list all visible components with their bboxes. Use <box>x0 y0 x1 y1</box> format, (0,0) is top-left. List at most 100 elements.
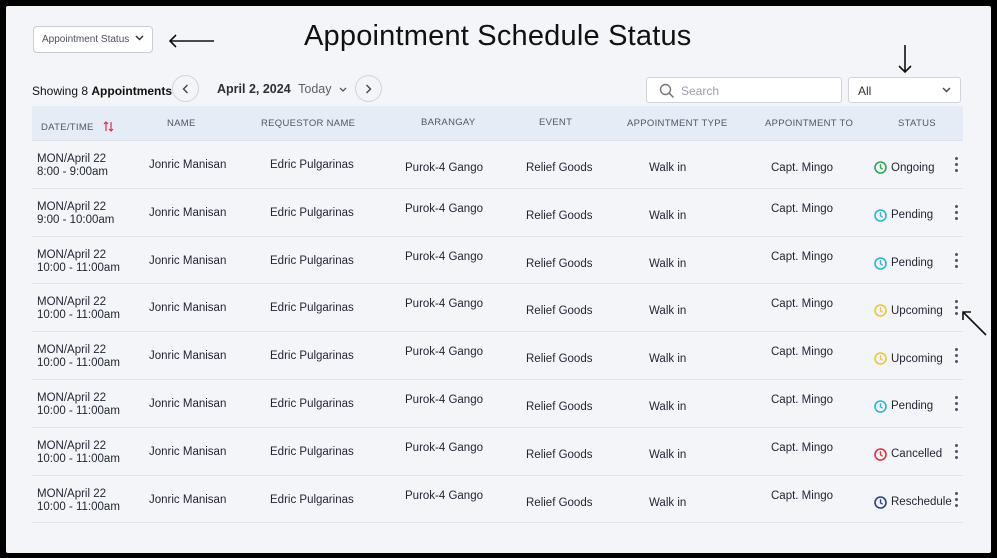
name-cell: Jonric Manisan <box>149 493 227 506</box>
table-row[interactable]: MON/April 22 10:00 - 11:00am Jonric Mani… <box>32 237 963 285</box>
datetime-cell: MON/April 22 10:00 - 11:00am <box>37 296 120 322</box>
datetime-cell: MON/April 22 10:00 - 11:00am <box>37 344 120 370</box>
table-row[interactable]: MON/April 22 9:00 - 10:00am Jonric Manis… <box>32 189 963 237</box>
table-row[interactable]: MON/April 22 10:00 - 11:00am Jonric Mani… <box>32 284 963 333</box>
status-badge: Pending <box>891 257 934 270</box>
date-label: MON/April 22 <box>37 439 107 452</box>
appointment-type-cell: Walk in <box>649 305 687 318</box>
date-selector[interactable]: April 2, 2024 Today <box>217 82 347 96</box>
chevron-down-icon <box>135 35 144 41</box>
date-label: MON/April 22 <box>37 344 107 357</box>
event-cell: Relief Goods <box>526 257 593 270</box>
datetime-cell: MON/April 22 10:00 - 11:00am <box>37 440 120 466</box>
time-label: 9:00 - 10:00am <box>37 213 115 226</box>
requestor-cell: Edric Pulgarinas <box>270 302 354 315</box>
appointment-to-cell: Capt. Mingo <box>771 441 834 454</box>
status-badge: Reschedule <box>891 496 952 509</box>
search-box <box>646 77 842 103</box>
search-input[interactable] <box>681 82 831 99</box>
event-cell: Relief Goods <box>526 162 593 174</box>
current-date: April 2, 2024 <box>217 82 291 96</box>
page-title: Appointment Schedule Status <box>304 20 692 52</box>
appointment-to-cell: Capt. Mingo <box>771 162 834 174</box>
clock-icon <box>874 495 887 509</box>
appointment-status-dropdown[interactable]: Appointment Status <box>33 26 153 53</box>
date-label: MON/April 22 <box>37 391 107 404</box>
event-cell: Relief Goods <box>526 400 593 413</box>
status-cell: Upcoming <box>874 352 943 365</box>
chevron-left-icon <box>182 84 188 93</box>
table-row[interactable]: MON/April 22 8:00 - 9:00am Jonric Manisa… <box>32 141 963 189</box>
search-icon <box>659 83 675 99</box>
kebab-menu-icon[interactable] <box>953 491 959 510</box>
barangay-cell: Purok-4 Gango <box>405 393 483 406</box>
time-label: 10:00 - 11:00am <box>37 404 120 417</box>
clock-icon <box>874 161 887 174</box>
appointment-type-cell: Walk in <box>649 162 687 174</box>
sort-arrows-icon[interactable] <box>103 121 114 132</box>
status-filter-select[interactable]: All <box>848 77 961 103</box>
datetime-cell: MON/April 22 10:00 - 11:00am <box>37 392 120 418</box>
name-cell: Jonric Manisan <box>149 254 227 267</box>
barangay-cell: Purok-4 Gango <box>405 441 483 454</box>
appointment-to-cell: Capt. Mingo <box>771 250 834 263</box>
header-barangay: BARANGAY <box>421 117 476 128</box>
appointment-to-cell: Capt. Mingo <box>771 202 834 215</box>
clock-icon <box>874 304 887 318</box>
kebab-menu-icon[interactable] <box>953 157 959 175</box>
kebab-menu-icon[interactable] <box>953 252 959 271</box>
date-label: MON/April 22 <box>37 487 107 500</box>
appointment-to-cell: Capt. Mingo <box>771 393 834 406</box>
header-name: NAME <box>167 118 196 129</box>
name-cell: Jonric Manisan <box>149 350 227 363</box>
status-cell: Pending <box>874 208 934 222</box>
name-cell: Jonric Manisan <box>149 159 227 171</box>
time-label: 10:00 - 11:00am <box>37 452 120 465</box>
barangay-cell: Purok-4 Gango <box>405 202 483 215</box>
requestor-cell: Edric Pulgarinas <box>270 493 354 506</box>
datetime-cell: MON/April 22 9:00 - 10:00am <box>37 201 114 227</box>
status-badge: Upcoming <box>891 304 943 317</box>
clock-icon <box>874 256 887 270</box>
table-header: DATE/TIME NAME REQUESTOR NAME BARANGAY E… <box>32 106 963 141</box>
name-cell: Jonric Manisan <box>149 397 227 410</box>
prev-date-button[interactable] <box>172 75 199 102</box>
appointments-table-body: MON/April 22 8:00 - 9:00am Jonric Manisa… <box>32 141 963 524</box>
kebab-menu-icon[interactable] <box>953 443 959 462</box>
chevron-right-icon <box>366 84 372 93</box>
kebab-menu-icon[interactable] <box>953 204 959 223</box>
kebab-menu-icon[interactable] <box>953 348 959 366</box>
barangay-cell: Purok-4 Gango <box>405 250 483 263</box>
date-label: MON/April 22 <box>37 296 107 309</box>
status-cell: Pending <box>874 400 933 413</box>
time-label: 10:00 - 11:00am <box>37 261 120 274</box>
table-row[interactable]: MON/April 22 10:00 - 11:00am Jonric Mani… <box>32 380 963 428</box>
status-cell: Cancelled <box>874 447 942 461</box>
requestor-cell: Edric Pulgarinas <box>270 445 354 458</box>
barangay-cell: Purok-4 Gango <box>405 298 483 311</box>
table-row[interactable]: MON/April 22 10:00 - 11:00am Jonric Mani… <box>32 476 963 524</box>
appointment-type-cell: Walk in <box>649 400 687 413</box>
header-datetime[interactable]: DATE/TIME <box>41 121 114 133</box>
next-date-button[interactable] <box>355 75 382 102</box>
clock-icon <box>874 400 887 413</box>
time-label: 10:00 - 11:00am <box>37 500 120 513</box>
table-row[interactable]: MON/April 22 10:00 - 11:00am Jonric Mani… <box>32 428 963 476</box>
event-cell: Relief Goods <box>526 305 593 318</box>
appointment-to-cell: Capt. Mingo <box>771 346 834 359</box>
name-cell: Jonric Manisan <box>149 206 227 219</box>
kebab-menu-icon[interactable] <box>953 300 959 318</box>
appointment-type-cell: Walk in <box>649 353 687 366</box>
date-label: MON/April 22 <box>37 200 107 213</box>
status-badge: Upcoming <box>891 352 943 365</box>
header-requestor: REQUESTOR NAME <box>261 118 356 129</box>
status-cell: Ongoing <box>874 161 934 174</box>
status-badge: Pending <box>891 209 934 222</box>
requestor-cell: Edric Pulgarinas <box>270 350 354 363</box>
table-row[interactable]: MON/April 22 10:00 - 11:00am Jonric Mani… <box>32 332 963 380</box>
kebab-menu-icon[interactable] <box>953 395 959 414</box>
event-cell: Relief Goods <box>526 353 593 366</box>
date-label: MON/April 22 <box>37 153 107 165</box>
appointment-type-cell: Walk in <box>649 496 687 509</box>
status-cell: Pending <box>874 256 934 270</box>
